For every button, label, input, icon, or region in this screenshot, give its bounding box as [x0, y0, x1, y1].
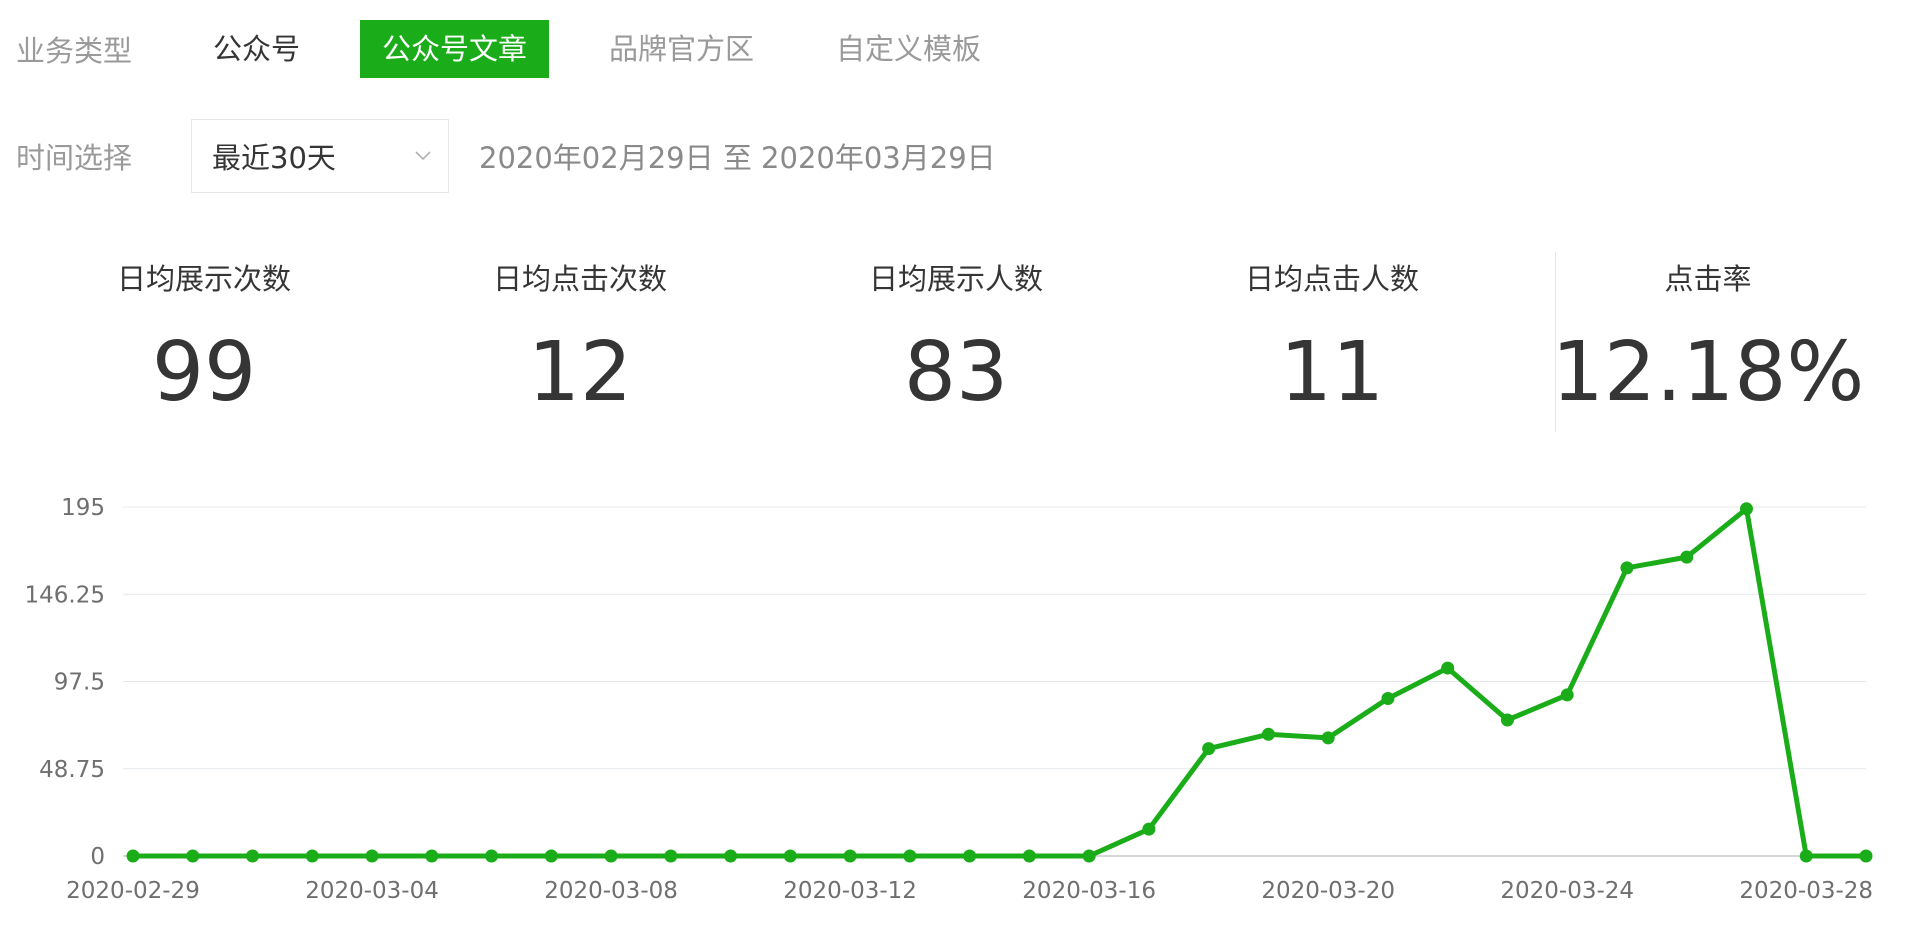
data-point[interactable]: [126, 849, 140, 863]
data-point[interactable]: [843, 849, 857, 863]
data-point[interactable]: [1560, 688, 1574, 702]
stat-divider: [1555, 252, 1556, 432]
data-point[interactable]: [604, 849, 618, 863]
tab-custom-template[interactable]: 自定义模板: [814, 20, 1003, 78]
stat-value: 11: [1279, 325, 1385, 420]
x-tick-label: 2020-03-20: [1261, 878, 1395, 904]
x-tick-label: 2020-03-24: [1500, 878, 1634, 904]
stat-daily-viewers: 日均展示人数 83: [768, 248, 1144, 433]
y-tick-label: 48.75: [39, 757, 105, 783]
data-point[interactable]: [1022, 849, 1036, 863]
data-point[interactable]: [1082, 849, 1096, 863]
stat-daily-clicks: 日均点击次数 12: [392, 248, 768, 433]
y-tick-label: 0: [90, 844, 105, 870]
x-tick-label: 2020-02-29: [66, 878, 200, 904]
tab-brand-official-zone[interactable]: 品牌官方区: [587, 20, 776, 78]
stat-click-rate: 点击率 12.18%: [1520, 248, 1896, 433]
data-point[interactable]: [1142, 822, 1156, 836]
data-point[interactable]: [903, 849, 917, 863]
data-point[interactable]: [1321, 731, 1335, 745]
y-tick-label: 146.25: [25, 582, 105, 608]
stat-value: 12: [527, 325, 633, 420]
data-point[interactable]: [783, 849, 797, 863]
date-range-text: 2020年02月29日 至 2020年03月29日: [479, 141, 996, 175]
stat-label: 日均点击次数: [492, 262, 667, 296]
stat-value: 83: [903, 325, 1009, 420]
tab-official-account-article[interactable]: 公众号文章: [360, 20, 550, 78]
data-point[interactable]: [664, 849, 678, 863]
data-point[interactable]: [1799, 849, 1813, 863]
x-tick-label: 2020-03-28: [1739, 878, 1873, 904]
data-point[interactable]: [1381, 692, 1395, 706]
business-type-label: 业务类型: [16, 34, 133, 68]
data-point[interactable]: [1620, 561, 1634, 575]
stat-label: 点击率: [1664, 262, 1752, 296]
x-tick-label: 2020-03-12: [783, 878, 917, 904]
data-point[interactable]: [963, 849, 977, 863]
data-point[interactable]: [1202, 742, 1216, 756]
chevron-down-icon: [415, 151, 431, 161]
y-tick-label: 195: [61, 495, 105, 521]
summary-stats: 日均展示次数 99 日均点击次数 12 日均展示人数 83 日均点击人数 11 …: [16, 248, 1896, 433]
data-point[interactable]: [365, 849, 379, 863]
data-point[interactable]: [1261, 727, 1275, 741]
data-point[interactable]: [246, 849, 260, 863]
data-point[interactable]: [1739, 502, 1753, 516]
time-range-selected: 最近30天: [212, 141, 336, 175]
stat-value: 12.18%: [1551, 325, 1865, 420]
time-select-row: 时间选择 最近30天 2020年02月29日 至 2020年03月29日: [16, 118, 996, 194]
time-select-label: 时间选择: [16, 141, 133, 175]
data-point[interactable]: [425, 849, 439, 863]
data-point[interactable]: [724, 849, 738, 863]
trend-line-chart: 0 48.75 97.5 146.25 195 2020-02-29 2020-03-04 2…: [25, 495, 1874, 904]
y-tick-label: 97.5: [54, 670, 105, 696]
stat-value: 99: [151, 325, 257, 420]
stat-label: 日均点击人数: [1244, 262, 1419, 296]
x-tick-label: 2020-03-16: [1022, 878, 1156, 904]
data-point[interactable]: [305, 849, 319, 863]
business-type-row: 业务类型 公众号 公众号文章 品牌官方区 自定义模板: [16, 20, 1041, 78]
data-point[interactable]: [544, 849, 558, 863]
time-range-dropdown[interactable]: 最近30天: [191, 119, 449, 193]
tab-official-account[interactable]: 公众号: [191, 20, 322, 78]
data-point[interactable]: [1859, 849, 1873, 863]
data-point[interactable]: [186, 849, 200, 863]
x-tick-label: 2020-03-04: [305, 878, 439, 904]
x-tick-label: 2020-03-08: [544, 878, 678, 904]
data-point[interactable]: [1500, 713, 1514, 727]
series-line: [130, 506, 1869, 859]
stat-label: 日均展示人数: [868, 262, 1043, 296]
stat-daily-impressions: 日均展示次数 99: [16, 248, 392, 433]
business-type-tabs: 公众号 公众号文章 品牌官方区 自定义模板: [191, 20, 1041, 78]
stat-daily-clickers: 日均点击人数 11: [1144, 248, 1520, 433]
stat-label: 日均展示次数: [116, 262, 291, 296]
data-point[interactable]: [1680, 550, 1694, 564]
data-point[interactable]: [1441, 661, 1455, 675]
data-point[interactable]: [485, 849, 499, 863]
